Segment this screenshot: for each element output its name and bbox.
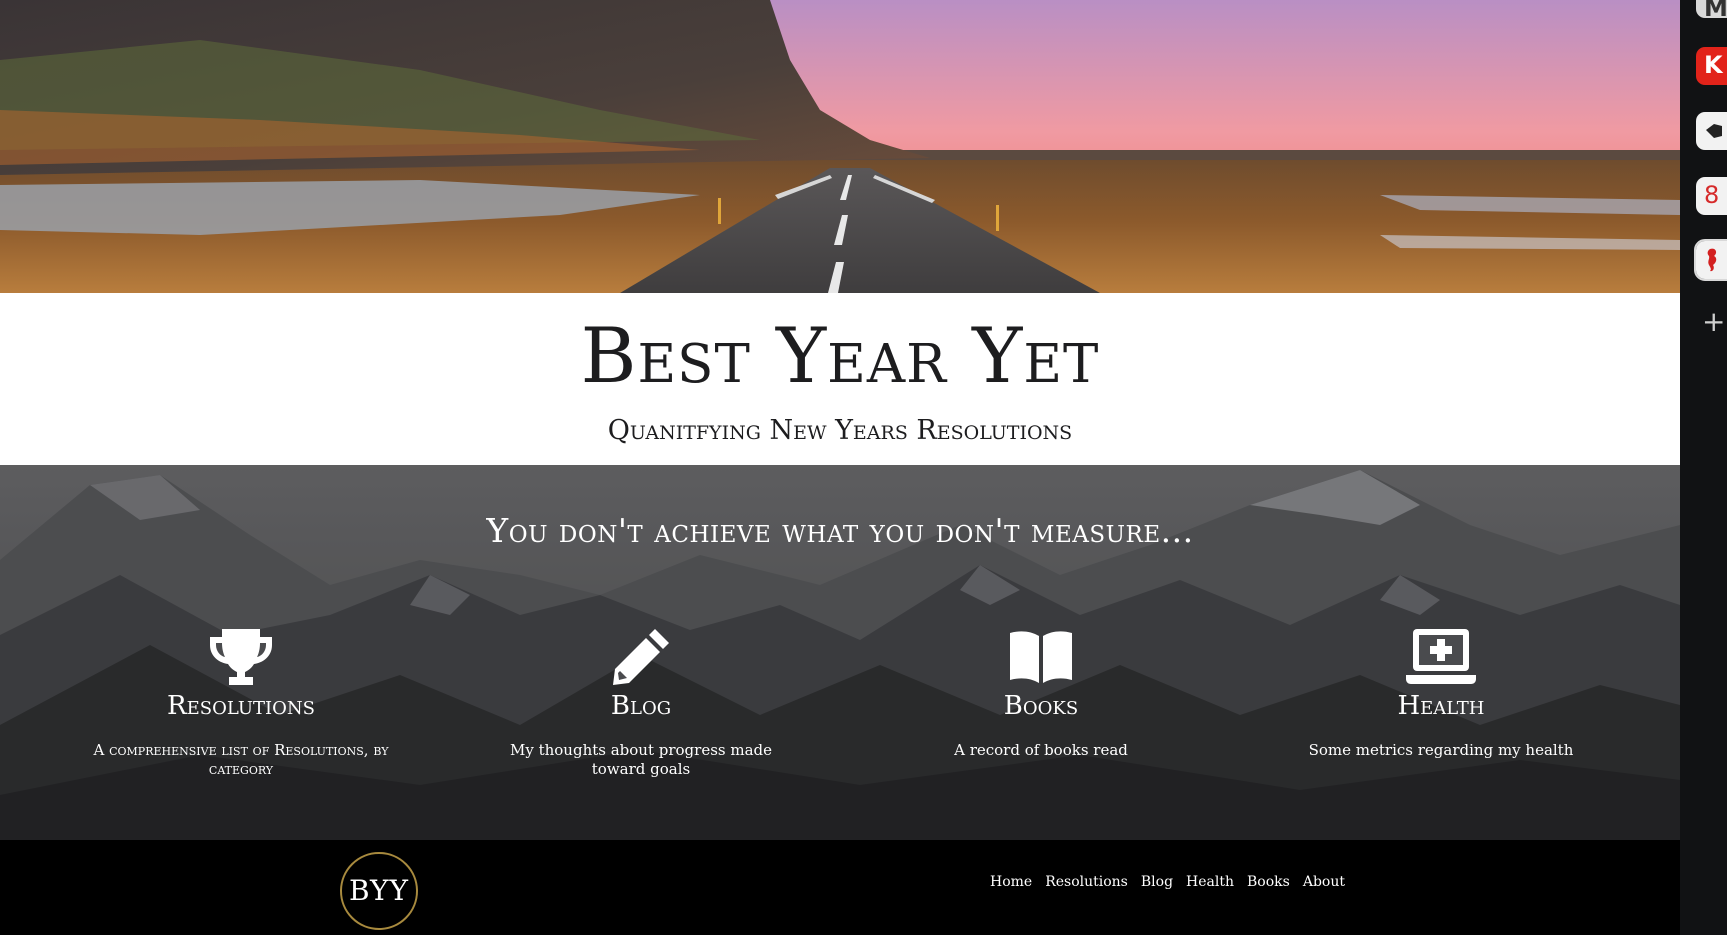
tab-label: 8 bbox=[1704, 181, 1720, 209]
tab-label: K bbox=[1704, 51, 1723, 79]
hero-banner-image bbox=[0, 0, 1680, 293]
tab-label: M bbox=[1704, 0, 1727, 18]
pin-icon bbox=[1706, 124, 1722, 138]
site-subtitle: Quanitfying New Years Resolutions bbox=[607, 415, 1073, 446]
features-section: You don't achieve what you don't measure… bbox=[0, 465, 1680, 840]
nav-link-books[interactable]: Books bbox=[1247, 874, 1290, 890]
mail-tab-icon[interactable]: M bbox=[1696, 0, 1727, 18]
feature-title[interactable]: Health bbox=[1241, 691, 1641, 721]
feature-title[interactable]: Blog bbox=[441, 691, 841, 721]
open-book-icon bbox=[1010, 631, 1072, 683]
eight-tab-icon[interactable]: 8 bbox=[1696, 177, 1727, 215]
laptop-medical-icon bbox=[1406, 629, 1476, 684]
nav-link-resolutions[interactable]: Resolutions bbox=[1045, 874, 1128, 890]
site-logo[interactable]: BYY bbox=[340, 852, 418, 930]
feature-description: A record of books read bbox=[954, 741, 1128, 759]
seahorse-icon bbox=[1707, 248, 1717, 272]
feature-description: My thoughts about progress made toward g… bbox=[509, 741, 773, 778]
feature-description: A comprehensive list of Resolutions, by … bbox=[93, 741, 389, 778]
browser-tab-strip: M K 8 + bbox=[1680, 0, 1727, 935]
feature-title[interactable]: Resolutions bbox=[41, 691, 441, 721]
page: Best Year Yet Quanitfying New Years Reso… bbox=[0, 0, 1680, 935]
nav-link-home[interactable]: Home bbox=[990, 874, 1032, 890]
nav-link-about[interactable]: About bbox=[1303, 874, 1345, 890]
footer-nav: Home Resolutions Blog Health Books About bbox=[990, 874, 1345, 890]
nav-link-health[interactable]: Health bbox=[1186, 874, 1234, 890]
pencil-icon bbox=[613, 629, 669, 685]
nav-link-blog[interactable]: Blog bbox=[1141, 874, 1173, 890]
site-title: Best Year Yet bbox=[580, 311, 1100, 400]
feature-health[interactable]: Health Some metrics regarding my health bbox=[1241, 627, 1641, 760]
feature-resolutions[interactable]: Resolutions A comprehensive list of Reso… bbox=[41, 627, 441, 779]
feature-title[interactable]: Books bbox=[841, 691, 1241, 721]
tagline: You don't achieve what you don't measure… bbox=[486, 511, 1194, 550]
add-tab-button[interactable]: + bbox=[1702, 308, 1725, 336]
feature-description: Some metrics regarding my health bbox=[1308, 741, 1574, 759]
pin-tab-icon[interactable] bbox=[1696, 112, 1727, 150]
title-band: Best Year Yet Quanitfying New Years Reso… bbox=[0, 293, 1680, 465]
feature-books[interactable]: Books A record of books read bbox=[841, 627, 1241, 760]
feature-blog[interactable]: Blog My thoughts about progress made tow… bbox=[441, 627, 841, 779]
trophy-icon bbox=[210, 629, 272, 685]
k-tab-icon[interactable]: K bbox=[1696, 47, 1727, 85]
seahorse-tab-icon[interactable] bbox=[1694, 239, 1727, 281]
footer: BYY Home Resolutions Blog Health Books A… bbox=[0, 840, 1680, 935]
